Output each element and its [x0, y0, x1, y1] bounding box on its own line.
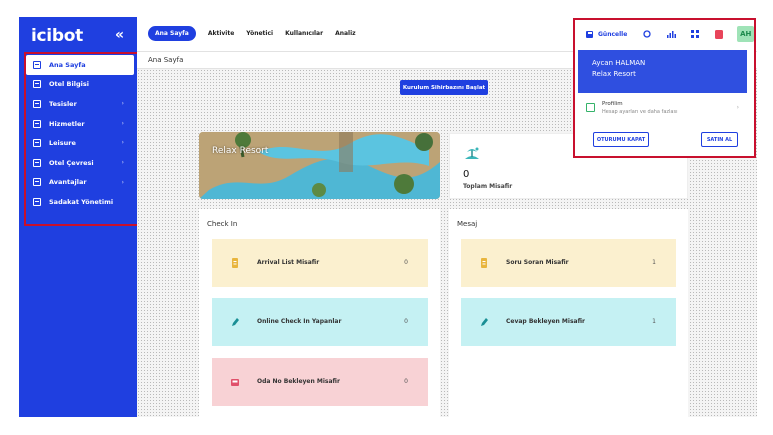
- logout-button[interactable]: OTURUMU KAPAT: [593, 132, 649, 147]
- user-hotel: Relax Resort: [592, 70, 636, 78]
- menu-page-icon: [33, 99, 41, 108]
- chevron-right-icon: ›: [121, 139, 124, 147]
- pencil-icon: [481, 318, 488, 326]
- sidebar-item-leisure[interactable]: Leisure ›: [26, 133, 134, 153]
- sidebar-item-label: Hizmetler: [49, 119, 85, 128]
- hotel-image-card[interactable]: Relax Resort: [199, 132, 440, 199]
- sidebar-item-otel-bilgisi[interactable]: Otel Bilgisi: [26, 75, 134, 95]
- collapse-sidebar-button[interactable]: «: [115, 27, 124, 43]
- sidebar-item-label: Ana Sayfa: [49, 60, 86, 69]
- beach-icon: [465, 147, 479, 159]
- grid-icon[interactable]: [689, 28, 701, 40]
- menu-page-icon: [33, 197, 41, 206]
- user-banner: Aycan HALMAN Relax Resort: [578, 50, 747, 93]
- breadcrumb: Ana Sayfa: [148, 56, 184, 64]
- top-right-toolbar: Güncelle AH: [586, 26, 755, 42]
- message-panel-title: Mesaj: [457, 220, 478, 228]
- sidebar-item-label: Otel Çevresi: [49, 158, 94, 167]
- chevron-right-icon: ›: [736, 104, 739, 111]
- nav-tab-kullanıcılar[interactable]: Kullanıcılar: [285, 30, 323, 37]
- my-profile-item[interactable]: Profilim Hesap ayarları ve daha fazlası …: [578, 97, 747, 123]
- status-circle-icon[interactable]: [641, 28, 653, 40]
- tile-count: 0: [404, 259, 408, 266]
- tile-label: Cevap Bekleyen Misafir: [506, 318, 585, 325]
- tile-label: Arrival List Misafir: [257, 259, 320, 266]
- user-name: Aycan HALMAN: [592, 59, 646, 67]
- online-checkin-tile[interactable]: Online Check In Yapanlar 0: [212, 298, 428, 346]
- inbox-icon: [231, 379, 239, 386]
- notification-icon[interactable]: [713, 28, 725, 40]
- buy-button[interactable]: SATIN AL: [701, 132, 738, 147]
- my-profile-title: Profilim: [602, 101, 623, 107]
- nav-tab-analiz[interactable]: Analiz: [335, 30, 356, 37]
- nav-tab-ana-sayfa[interactable]: Ana Sayfa: [148, 26, 196, 41]
- sidebar-item-sadakat-yönetimi[interactable]: Sadakat Yönetimi: [26, 192, 134, 212]
- sidebar-item-tesisler[interactable]: Tesisler ›: [26, 94, 134, 114]
- update-button[interactable]: Güncelle: [586, 30, 628, 38]
- sidebar-item-otel-çevresi[interactable]: Otel Çevresi ›: [26, 153, 134, 173]
- sidebar-item-ana-sayfa[interactable]: Ana Sayfa: [26, 55, 134, 75]
- tile-count: 1: [652, 259, 656, 266]
- sidebar-item-label: Avantajlar: [49, 178, 87, 187]
- room-waiting-tile[interactable]: Oda No Bekleyen Misafir 0: [212, 358, 428, 406]
- tile-count: 0: [404, 378, 408, 385]
- menu-page-icon: [33, 60, 41, 69]
- tile-count: 1: [652, 318, 656, 325]
- tile-label: Soru Soran Misafir: [506, 259, 569, 266]
- menu-page-icon: [33, 178, 41, 187]
- nav-tab-aktivite[interactable]: Aktivite: [208, 30, 234, 37]
- sidebar-item-label: Otel Bilgisi: [49, 80, 89, 89]
- tile-count: 0: [404, 318, 408, 325]
- chevron-right-icon: ›: [121, 119, 124, 127]
- tile-label: Oda No Bekleyen Misafir: [257, 378, 340, 385]
- menu-page-icon: [33, 119, 41, 128]
- awaiting-reply-tile[interactable]: Cevap Bekleyen Misafir 1: [461, 298, 676, 346]
- menu-page-icon: [33, 158, 41, 167]
- sidebar-item-label: Tesisler: [49, 99, 77, 108]
- hotel-photo: [199, 132, 440, 199]
- total-guests-value: 0: [463, 169, 470, 180]
- chevron-right-icon: ›: [121, 158, 124, 166]
- app-logo[interactable]: icibot: [31, 26, 83, 46]
- sidebar-item-hizmetler[interactable]: Hizmetler ›: [26, 114, 134, 134]
- app-root: icibot « Ana Sayfa Otel Bilgisi Tesisler › H…: [0, 0, 773, 435]
- user-avatar[interactable]: AH: [737, 26, 755, 42]
- pencil-icon: [232, 318, 239, 326]
- document-icon: [232, 258, 238, 268]
- nav-tab-yönetici[interactable]: Yönetici: [246, 30, 273, 37]
- document-icon: [481, 258, 487, 268]
- profile-icon: [586, 103, 595, 112]
- hotel-card-label: Relax Resort: [212, 146, 269, 156]
- top-nav: Ana Sayfa Aktivite Yönetici Kullanıcılar Ana…: [148, 26, 368, 41]
- sidebar-item-label: Sadakat Yönetimi: [49, 197, 114, 206]
- sidebar-menu: Ana Sayfa Otel Bilgisi Tesisler › Hizmetler ›…: [26, 55, 134, 212]
- sidebar-item-avantajlar[interactable]: Avantajlar ›: [26, 173, 134, 193]
- checkin-panel-title: Check In: [207, 220, 238, 228]
- my-profile-description: Hesap ayarları ve daha fazlası: [602, 109, 678, 115]
- chevron-right-icon: ›: [121, 178, 124, 186]
- total-guests-label: Toplam Misafir: [463, 183, 513, 190]
- arrival-list-tile[interactable]: Arrival List Misafir 0: [212, 239, 428, 287]
- bar-chart-icon[interactable]: [665, 28, 677, 40]
- setup-wizard-button[interactable]: Kurulum Sihirbazını Başlat: [400, 80, 488, 95]
- update-button-label: Güncelle: [598, 30, 628, 38]
- menu-page-icon: [33, 80, 41, 89]
- question-guest-tile[interactable]: Soru Soran Misafir 1: [461, 239, 676, 287]
- sidebar-item-label: Leisure: [49, 139, 76, 148]
- menu-page-icon: [33, 139, 41, 148]
- chevron-right-icon: ›: [121, 100, 124, 108]
- save-icon: [586, 30, 593, 38]
- tile-label: Online Check In Yapanlar: [257, 318, 342, 325]
